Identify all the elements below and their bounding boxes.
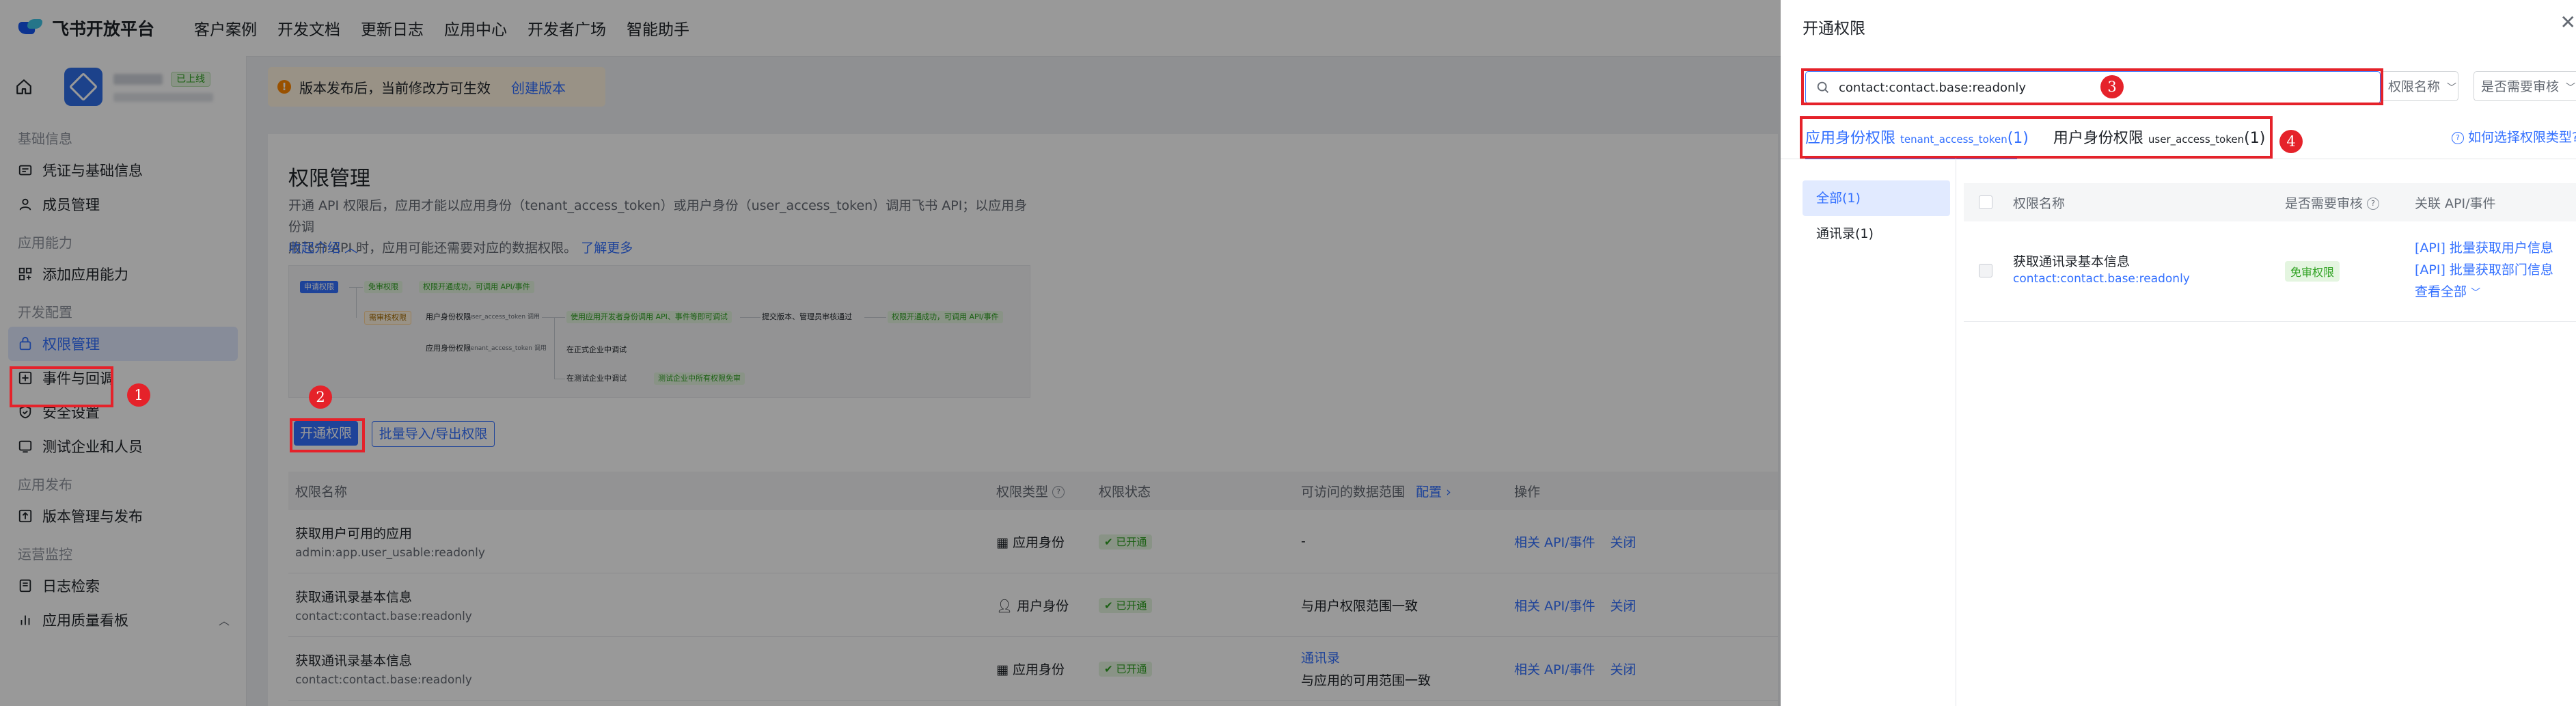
permission-name: 获取通讯录基本信息 — [2013, 254, 2130, 269]
col-related-api: 关联 API/事件 — [2415, 195, 2496, 211]
highlight-open-button — [290, 418, 365, 452]
drawer-title: 开通权限 — [1803, 20, 1865, 38]
step-marker-1: 1 — [127, 383, 150, 407]
help-link-label: 如何选择权限类型? — [2468, 130, 2576, 145]
step-marker-3: 3 — [2100, 75, 2124, 98]
filter-review-label: 是否需要审核 — [2481, 79, 2560, 94]
permission-type-help-link[interactable]: ? 如何选择权限类型? — [2452, 127, 2576, 146]
chevron-down-icon: ﹀ — [2471, 288, 2481, 299]
help-circle-icon: ? — [2452, 131, 2464, 144]
review-free-badge: 免审权限 — [2285, 261, 2340, 282]
col-need-review-label: 是否需要审核 — [2285, 195, 2363, 211]
highlight-search-box — [1801, 68, 2383, 105]
close-icon[interactable]: ✕ — [2560, 11, 2576, 33]
col-need-review: 是否需要审核 ? — [2285, 193, 2380, 212]
drawer-permission-table: 权限名称 是否需要审核 ? 关联 API/事件 获取通讯录基本信息 contac… — [1964, 183, 2576, 322]
open-permission-drawer: 开通权限 ✕ 权限名称﹀ 是否需要审核﹀ 应用身份权限 tenant_acces… — [1781, 0, 2576, 706]
modal-backdrop[interactable] — [0, 0, 1781, 706]
row-checkbox[interactable] — [1979, 264, 1992, 277]
highlight-permissions-menu — [10, 366, 113, 407]
step-marker-2: 2 — [309, 385, 332, 409]
highlight-tabs — [1800, 116, 2273, 159]
filter-review-dropdown[interactable]: 是否需要审核 ﹀ — [2474, 71, 2576, 101]
filter-permission-name-label: 权限名称 — [2388, 79, 2441, 94]
step-marker-4: 4 — [2279, 130, 2303, 153]
help-circle-icon[interactable]: ? — [2367, 198, 2380, 210]
filter-permission-name-dropdown[interactable]: 权限名称 ﹀ — [2381, 71, 2458, 101]
select-all-checkbox[interactable] — [1979, 195, 1992, 209]
col-permission-name: 权限名称 — [2013, 195, 2066, 211]
chevron-down-icon: ﹀ — [2566, 83, 2576, 94]
api-batch-get-departments-link[interactable]: [API] 批量获取部门信息 — [2415, 260, 2553, 278]
category-all[interactable]: 全部(1) — [1803, 180, 1950, 216]
permission-key[interactable]: contact:contact.base:readonly — [2013, 272, 2190, 286]
drawer-table-header: 权限名称 是否需要审核 ? 关联 API/事件 — [1964, 183, 2576, 221]
category-list: 全部(1) 通讯录(1) — [1803, 180, 1950, 252]
chevron-down-icon: ﹀ — [2447, 83, 2457, 94]
category-contacts[interactable]: 通讯录(1) — [1803, 216, 1950, 252]
view-all-link[interactable]: 查看全部 ﹀ — [2415, 282, 2480, 300]
api-batch-get-users-link[interactable]: [API] 批量获取用户信息 — [2415, 238, 2553, 256]
view-all-label: 查看全部 — [2415, 284, 2467, 299]
drawer-table-row: 获取通讯录基本信息 contact:contact.base:readonly … — [1964, 221, 2576, 322]
